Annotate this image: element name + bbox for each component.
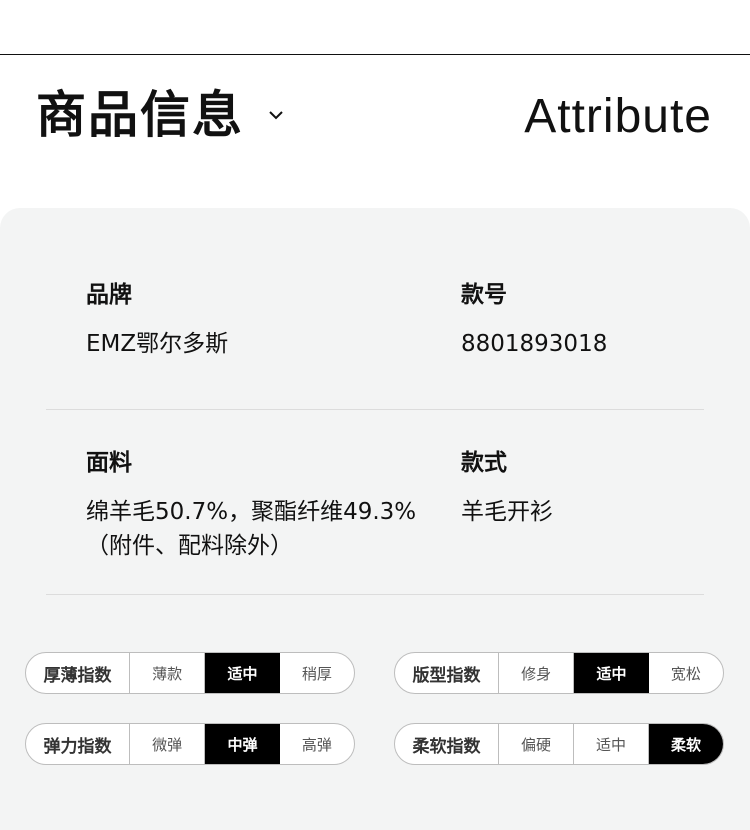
style-number-label: 款号 bbox=[461, 282, 507, 308]
index-option[interactable]: 修身 bbox=[499, 653, 575, 693]
index-option-selected[interactable]: 适中 bbox=[205, 653, 280, 693]
brand-label: 品牌 bbox=[86, 282, 132, 308]
thickness-index: 厚薄指数 薄款 适中 稍厚 bbox=[25, 652, 355, 694]
index-option[interactable]: 微弹 bbox=[130, 724, 206, 764]
index-option[interactable]: 稍厚 bbox=[280, 653, 354, 693]
attribute-panel: 品牌 EMZ鄂尔多斯 款号 8801893018 面料 绵羊毛50.7%，聚酯纤… bbox=[0, 208, 750, 830]
index-option[interactable]: 适中 bbox=[574, 724, 649, 764]
section-subtitle: Attribute bbox=[524, 90, 712, 143]
brand-value: EMZ鄂尔多斯 bbox=[86, 331, 229, 357]
style-number-cell: 款号 8801893018 bbox=[461, 280, 607, 361]
index-option[interactable]: 宽松 bbox=[649, 653, 723, 693]
style-label: 款式 bbox=[461, 450, 507, 476]
brand-cell: 品牌 EMZ鄂尔多斯 bbox=[86, 280, 228, 361]
section-header: 商品信息 Attribute bbox=[0, 55, 750, 195]
style-cell: 款式 羊毛开衫 bbox=[461, 448, 553, 529]
style-value: 羊毛开衫 bbox=[461, 499, 553, 525]
section-title: 商品信息 bbox=[36, 86, 244, 144]
index-option[interactable]: 偏硬 bbox=[499, 724, 574, 764]
style-number-value: 8801893018 bbox=[461, 331, 608, 357]
index-name: 弹力指数 bbox=[26, 724, 130, 764]
chevron-down-icon[interactable] bbox=[268, 107, 284, 123]
index-option[interactable]: 薄款 bbox=[130, 653, 206, 693]
index-name: 厚薄指数 bbox=[26, 653, 130, 693]
softness-index: 柔软指数 偏硬 适中 柔软 bbox=[394, 723, 724, 765]
divider bbox=[46, 594, 704, 595]
index-option[interactable]: 高弹 bbox=[280, 724, 354, 764]
index-option-selected[interactable]: 柔软 bbox=[649, 724, 723, 764]
fabric-value-line2: （附件、配料除外） bbox=[86, 533, 293, 559]
divider bbox=[46, 409, 704, 410]
fabric-value-line1: 绵羊毛50.7%，聚酯纤维49.3% bbox=[86, 499, 417, 525]
fit-index: 版型指数 修身 适中 宽松 bbox=[394, 652, 724, 694]
index-name: 柔软指数 bbox=[395, 724, 499, 764]
index-option-selected[interactable]: 适中 bbox=[574, 653, 649, 693]
index-option-selected[interactable]: 中弹 bbox=[205, 724, 280, 764]
elasticity-index: 弹力指数 微弹 中弹 高弹 bbox=[25, 723, 355, 765]
index-name: 版型指数 bbox=[395, 653, 499, 693]
fabric-cell: 面料 绵羊毛50.7%，聚酯纤维49.3% （附件、配料除外） bbox=[86, 448, 416, 563]
fabric-label: 面料 bbox=[86, 450, 132, 476]
